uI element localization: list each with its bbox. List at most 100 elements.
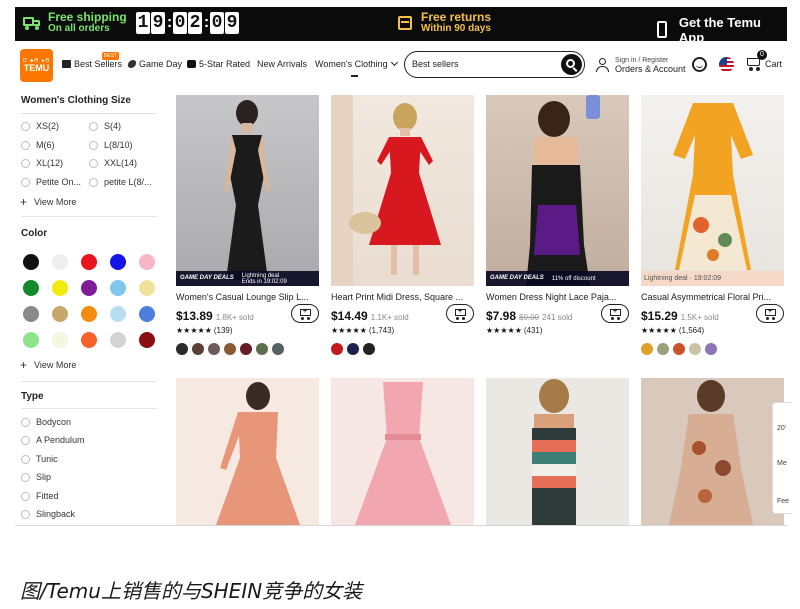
color-swatch[interactable] [52, 280, 68, 296]
color-swatch[interactable] [52, 254, 68, 270]
color-swatch[interactable] [52, 332, 68, 348]
product-image[interactable] [176, 378, 319, 525]
color-swatch[interactable] [110, 254, 126, 270]
add-to-cart-button[interactable]: + [756, 304, 784, 323]
radio-button[interactable] [89, 121, 98, 131]
color-swatch[interactable] [81, 280, 97, 296]
add-to-cart-button[interactable]: + [291, 304, 319, 323]
color-swatch[interactable] [23, 306, 39, 322]
radio-button[interactable] [21, 509, 30, 519]
product-color-dot[interactable] [224, 343, 236, 355]
radio-button[interactable] [21, 472, 30, 482]
size-option[interactable]: XXL(14) [89, 158, 137, 168]
size-option[interactable]: M(6) [21, 140, 55, 150]
nav-five-star[interactable]: 5-Star Rated [187, 59, 250, 69]
free-returns-promo[interactable]: Free returns Within 90 days [398, 11, 491, 35]
support-icon[interactable] [692, 57, 707, 72]
product-color-dot[interactable] [641, 343, 653, 355]
add-to-cart-button[interactable]: + [446, 304, 474, 323]
size-option[interactable]: L(8/10) [89, 140, 133, 150]
product-color-dot[interactable] [347, 343, 359, 355]
radio-button[interactable] [21, 417, 30, 427]
product-name[interactable]: Heart Print Midi Dress, Square ... [331, 292, 474, 302]
radio-button[interactable] [21, 435, 30, 445]
nav-best-sellers[interactable]: Best Sellers [62, 59, 122, 69]
search-button[interactable] [561, 54, 582, 75]
type-option[interactable]: Fitted [21, 491, 59, 501]
color-swatch[interactable] [23, 332, 39, 348]
size-option[interactable]: XS(2) [21, 121, 59, 131]
color-swatch[interactable] [23, 254, 39, 270]
nav-womens-clothing[interactable]: Women's Clothing [315, 58, 398, 69]
product-color-dot[interactable] [705, 343, 717, 355]
color-swatch[interactable] [81, 254, 97, 270]
product-name[interactable]: Women Dress Night Lace Paja... [486, 292, 629, 302]
product-color-dot[interactable] [176, 343, 188, 355]
nav-new-arrivals[interactable]: New Arrivals [257, 59, 307, 69]
color-swatch[interactable] [110, 306, 126, 322]
product-color-dot[interactable] [240, 343, 252, 355]
color-swatch[interactable] [139, 254, 155, 270]
radio-button[interactable] [89, 140, 98, 150]
product-image[interactable] [331, 95, 474, 286]
color-swatch[interactable] [139, 306, 155, 322]
size-option[interactable]: S(4) [89, 121, 121, 131]
radio-button[interactable] [21, 491, 30, 501]
us-flag-icon[interactable] [719, 57, 734, 72]
color-swatch[interactable] [52, 306, 68, 322]
size-option[interactable]: petite L(8/... [89, 177, 152, 187]
radio-button[interactable] [21, 158, 30, 168]
color-swatch[interactable] [110, 332, 126, 348]
search-input[interactable] [412, 57, 552, 71]
size-option[interactable]: XL(12) [21, 158, 63, 168]
product-image[interactable]: Lightning deal · 19:02:09 [641, 95, 784, 286]
free-shipping-promo[interactable]: Free shipping On all orders [23, 11, 127, 35]
product-color-dot[interactable] [256, 343, 268, 355]
radio-button[interactable] [21, 454, 30, 464]
product-name[interactable]: Women's Casual Lounge Slip L... [176, 292, 319, 302]
radio-button[interactable] [89, 177, 98, 187]
radio-button[interactable] [21, 121, 30, 131]
product-color-dot[interactable] [673, 343, 685, 355]
product-color-dot[interactable] [363, 343, 375, 355]
color-swatch[interactable] [110, 280, 126, 296]
color-swatch[interactable] [23, 280, 39, 296]
view-more-label: View More [34, 360, 77, 370]
type-option[interactable]: Slingback [21, 509, 75, 519]
size-option[interactable]: Petite On... [21, 177, 81, 187]
nav-game-day[interactable]: Game Day [126, 59, 182, 69]
truck-icon [23, 17, 41, 30]
type-option[interactable]: A Pendulum [21, 435, 85, 445]
cart-button[interactable]: 0 Cart [745, 50, 782, 71]
product-color-dot[interactable] [272, 343, 284, 355]
product-image[interactable] [486, 378, 629, 525]
account-link[interactable]: Sign in / Register Orders & Account [596, 56, 686, 74]
product-image[interactable]: GAME DAY DEALS Lightning deal Ends in 19… [176, 95, 319, 286]
get-app-link[interactable]: Get the Temu App [657, 15, 787, 45]
radio-button[interactable] [21, 140, 30, 150]
product-color-dot[interactable] [208, 343, 220, 355]
type-option[interactable]: Slip [21, 472, 51, 482]
type-option[interactable]: Tunic [21, 454, 58, 464]
color-swatch[interactable] [139, 332, 155, 348]
color-swatch[interactable] [139, 280, 155, 296]
add-to-cart-button[interactable]: + [601, 304, 629, 323]
radio-button[interactable] [21, 177, 30, 187]
logo-text: TEMU [23, 63, 50, 73]
color-swatch[interactable] [81, 306, 97, 322]
product-image[interactable] [331, 378, 474, 525]
color-view-more[interactable]: + View More [20, 359, 77, 371]
color-swatch[interactable] [81, 332, 97, 348]
radio-button[interactable] [89, 158, 98, 168]
temu-logo[interactable]: Ʊ ♣Ɵ ♠Ɵ TEMU [20, 49, 53, 82]
size-view-more[interactable]: + View More [20, 196, 76, 208]
product-color-dot[interactable] [192, 343, 204, 355]
product-image[interactable]: GAME DAY DEALS 11% off discount [486, 95, 629, 286]
product-color-dot[interactable] [689, 343, 701, 355]
product-color-dot[interactable] [657, 343, 669, 355]
floating-side-panel[interactable]: 20' Me Fee [772, 402, 792, 514]
product-name[interactable]: Casual Asymmetrical Floral Pri... [641, 292, 784, 302]
product-color-dot[interactable] [331, 343, 343, 355]
type-option[interactable]: Bodycon [21, 417, 71, 427]
product-image[interactable] [641, 378, 784, 525]
